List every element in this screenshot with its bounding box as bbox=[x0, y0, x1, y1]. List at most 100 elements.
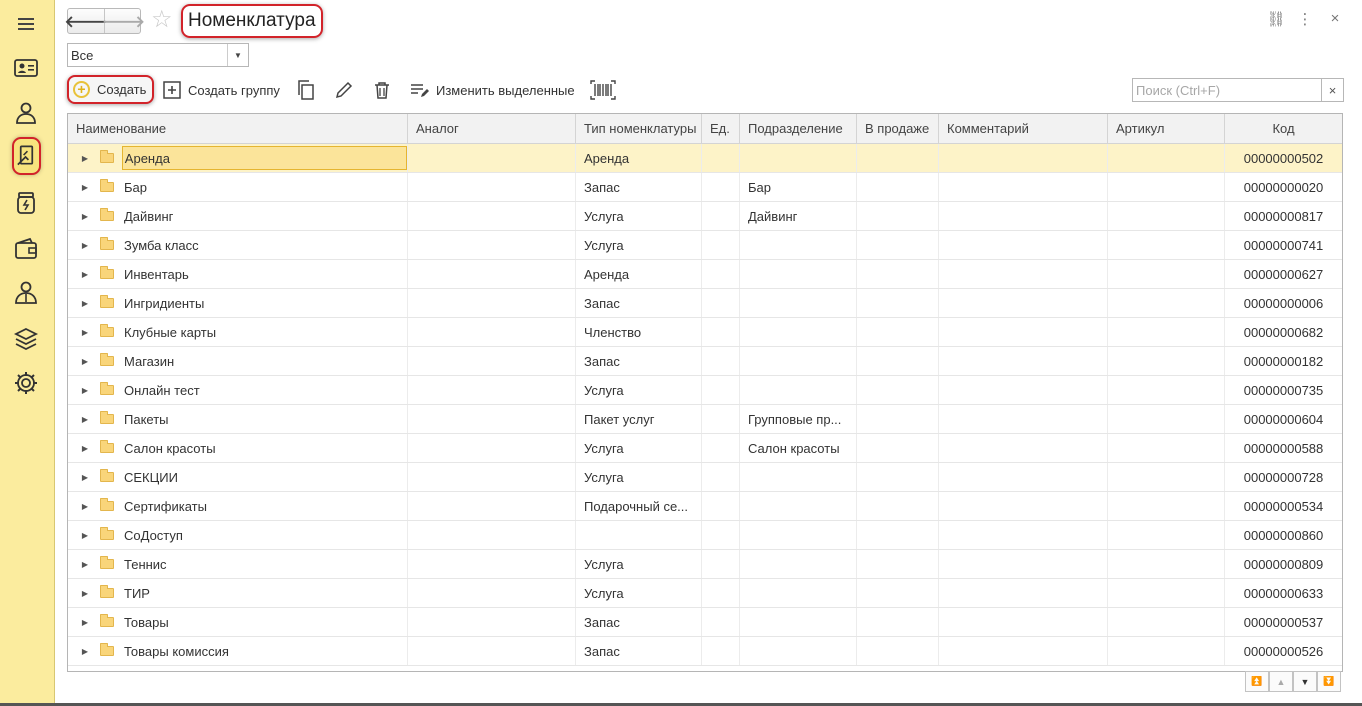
cell-unit[interactable] bbox=[702, 231, 740, 259]
cell-unit[interactable] bbox=[702, 405, 740, 433]
cell-type[interactable]: Услуга bbox=[576, 231, 702, 259]
cell-article[interactable] bbox=[1108, 405, 1225, 433]
back-button[interactable]: 🡐 bbox=[65, 9, 107, 33]
cell-name[interactable]: ▶ Инвентарь bbox=[68, 260, 408, 288]
cell-type[interactable]: Запас bbox=[576, 173, 702, 201]
cell-division[interactable]: Салон красоты bbox=[740, 434, 857, 462]
cell-code[interactable]: 00000000809 bbox=[1225, 550, 1342, 578]
cell-on-sale[interactable] bbox=[857, 231, 939, 259]
cell-type[interactable]: Услуга bbox=[576, 463, 702, 491]
cell-on-sale[interactable] bbox=[857, 579, 939, 607]
sidebar-item-cards[interactable] bbox=[9, 51, 43, 85]
expand-icon[interactable]: ▶ bbox=[75, 444, 95, 453]
cell-unit[interactable] bbox=[702, 260, 740, 288]
cell-name[interactable]: ▶ Теннис bbox=[68, 550, 408, 578]
column-header-name[interactable]: Наименование bbox=[68, 114, 408, 143]
cell-type[interactable]: Подарочный се... bbox=[576, 492, 702, 520]
cell-code[interactable]: 00000000526 bbox=[1225, 637, 1342, 665]
table-row[interactable]: ▶ ТИР Услуга 00000000633 bbox=[68, 579, 1342, 608]
cell-article[interactable] bbox=[1108, 144, 1225, 172]
chevron-down-icon[interactable]: ▼ bbox=[227, 44, 248, 66]
cell-division[interactable] bbox=[740, 144, 857, 172]
cell-article[interactable] bbox=[1108, 579, 1225, 607]
cell-comment[interactable] bbox=[939, 463, 1108, 491]
cell-division[interactable] bbox=[740, 521, 857, 549]
column-header-code[interactable]: Код bbox=[1225, 114, 1342, 143]
delete-button[interactable] bbox=[372, 79, 392, 101]
cell-code[interactable]: 00000000735 bbox=[1225, 376, 1342, 404]
cell-division[interactable]: Групповые пр... bbox=[740, 405, 857, 433]
cell-analog[interactable] bbox=[408, 463, 576, 491]
cell-name[interactable]: ▶ Ингридиенты bbox=[68, 289, 408, 317]
column-header-unit[interactable]: Ед. bbox=[702, 114, 740, 143]
cell-code[interactable]: 00000000633 bbox=[1225, 579, 1342, 607]
cell-unit[interactable] bbox=[702, 144, 740, 172]
table-row[interactable]: ▶ Товары комиссия Запас 00000000526 bbox=[68, 637, 1342, 666]
cell-analog[interactable] bbox=[408, 144, 576, 172]
cell-division[interactable] bbox=[740, 608, 857, 636]
cell-type[interactable]: Услуга bbox=[576, 550, 702, 578]
column-header-type[interactable]: Тип номенклатуры bbox=[576, 114, 702, 143]
table-row[interactable]: ▶ Салон красоты Услуга Салон красоты 0000000… bbox=[68, 434, 1342, 463]
cell-type[interactable]: Услуга bbox=[576, 579, 702, 607]
cell-article[interactable] bbox=[1108, 202, 1225, 230]
cell-article[interactable] bbox=[1108, 637, 1225, 665]
cell-division[interactable]: Бар bbox=[740, 173, 857, 201]
cell-on-sale[interactable] bbox=[857, 173, 939, 201]
table-row[interactable]: ▶ Магазин Запас 00000000182 bbox=[68, 347, 1342, 376]
cell-on-sale[interactable] bbox=[857, 521, 939, 549]
sidebar-item-finance[interactable] bbox=[9, 232, 43, 266]
table-row[interactable]: ▶ Онлайн тест Услуга 00000000735 bbox=[68, 376, 1342, 405]
sidebar-item-staff[interactable] bbox=[9, 276, 43, 310]
expand-icon[interactable]: ▶ bbox=[75, 241, 95, 250]
cell-on-sale[interactable] bbox=[857, 318, 939, 346]
cell-unit[interactable] bbox=[702, 173, 740, 201]
expand-icon[interactable]: ▶ bbox=[75, 618, 95, 627]
cell-unit[interactable] bbox=[702, 579, 740, 607]
cell-comment[interactable] bbox=[939, 521, 1108, 549]
cell-analog[interactable] bbox=[408, 434, 576, 462]
cell-unit[interactable] bbox=[702, 347, 740, 375]
table-row[interactable]: ▶ Клубные карты Членство 00000000682 bbox=[68, 318, 1342, 347]
table-row[interactable]: ▶ СоДоступ 00000000860 bbox=[68, 521, 1342, 550]
cell-comment[interactable] bbox=[939, 434, 1108, 462]
cell-division[interactable] bbox=[740, 637, 857, 665]
cell-article[interactable] bbox=[1108, 376, 1225, 404]
cell-unit[interactable] bbox=[702, 202, 740, 230]
cell-code[interactable]: 00000000020 bbox=[1225, 173, 1342, 201]
column-header-article[interactable]: Артикул bbox=[1108, 114, 1225, 143]
cell-type[interactable]: Услуга bbox=[576, 376, 702, 404]
cell-comment[interactable] bbox=[939, 202, 1108, 230]
expand-icon[interactable]: ▶ bbox=[75, 328, 95, 337]
cell-type[interactable]: Запас bbox=[576, 637, 702, 665]
table-row[interactable]: ▶ Теннис Услуга 00000000809 bbox=[68, 550, 1342, 579]
expand-icon[interactable]: ▶ bbox=[75, 386, 95, 395]
cell-comment[interactable] bbox=[939, 231, 1108, 259]
edit-button[interactable] bbox=[334, 79, 354, 101]
cell-unit[interactable] bbox=[702, 608, 740, 636]
close-icon[interactable]: × bbox=[1325, 10, 1345, 27]
cell-comment[interactable] bbox=[939, 637, 1108, 665]
cell-division[interactable] bbox=[740, 231, 857, 259]
cell-comment[interactable] bbox=[939, 289, 1108, 317]
cell-on-sale[interactable] bbox=[857, 608, 939, 636]
cell-name[interactable]: ▶ Клубные карты bbox=[68, 318, 408, 346]
next-page-button[interactable]: ▼ bbox=[1293, 671, 1317, 692]
cell-unit[interactable] bbox=[702, 289, 740, 317]
favorite-star-icon[interactable]: ☆ bbox=[151, 6, 173, 34]
cell-name[interactable]: ▶ Салон красоты bbox=[68, 434, 408, 462]
cell-article[interactable] bbox=[1108, 463, 1225, 491]
expand-icon[interactable]: ▶ bbox=[75, 270, 95, 279]
cell-type[interactable]: Услуга bbox=[576, 202, 702, 230]
first-page-button[interactable]: ⏫ bbox=[1245, 671, 1269, 692]
cell-comment[interactable] bbox=[939, 173, 1108, 201]
cell-type[interactable]: Пакет услуг bbox=[576, 405, 702, 433]
cell-article[interactable] bbox=[1108, 231, 1225, 259]
sidebar-item-reports[interactable] bbox=[9, 322, 43, 356]
table-row[interactable]: ▶ Бар Запас Бар 00000000020 bbox=[68, 173, 1342, 202]
cell-type[interactable]: Услуга bbox=[576, 434, 702, 462]
column-header-division[interactable]: Подразделение bbox=[740, 114, 857, 143]
cell-code[interactable]: 00000000627 bbox=[1225, 260, 1342, 288]
cell-name[interactable]: ▶ Товары комиссия bbox=[68, 637, 408, 665]
cell-comment[interactable] bbox=[939, 492, 1108, 520]
